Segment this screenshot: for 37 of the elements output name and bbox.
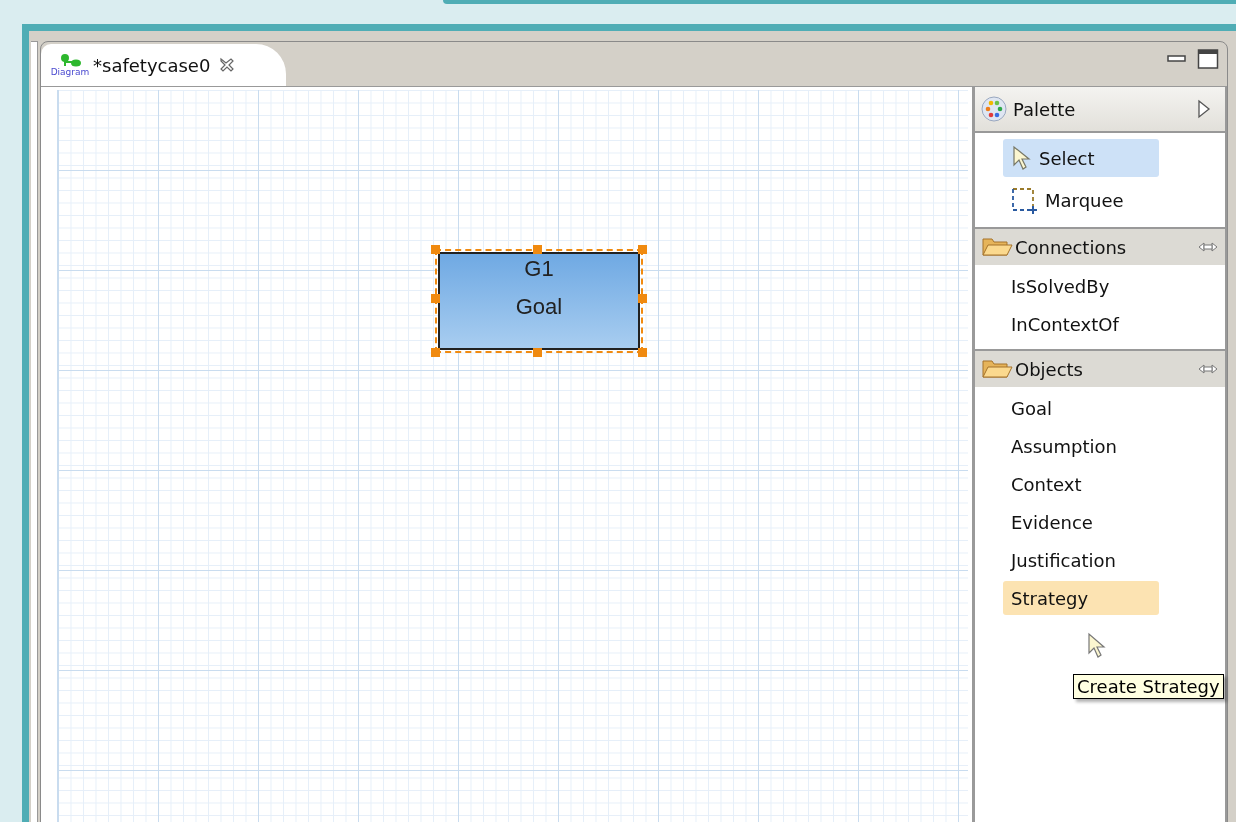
- goal-node[interactable]: G1 Goal: [438, 252, 640, 350]
- maximize-icon[interactable]: [1197, 48, 1219, 70]
- open-folder-icon: [981, 236, 1013, 258]
- resize-handle[interactable]: [431, 348, 440, 357]
- palette-entry[interactable]: Justification: [1003, 543, 1159, 577]
- expand-arrow-icon[interactable]: [1197, 99, 1211, 119]
- palette-entry[interactable]: InContextOf: [1003, 307, 1159, 341]
- palette-tool[interactable]: Select: [1003, 139, 1159, 177]
- palette-entry[interactable]: Assumption: [1003, 429, 1159, 463]
- pin-icon[interactable]: [1197, 240, 1219, 254]
- marquee-icon: [1011, 186, 1039, 214]
- icon-caption: Diagram: [50, 67, 90, 77]
- open-folder-icon: [981, 358, 1013, 380]
- pointer-icon: [1011, 145, 1033, 171]
- diagram-canvas[interactable]: G1 Goal: [57, 90, 968, 822]
- palette-icon: [981, 96, 1007, 122]
- editor-tab[interactable]: Diagram *safetycase0: [41, 44, 287, 86]
- resize-handle[interactable]: [431, 294, 440, 303]
- palette-entry[interactable]: Strategy: [1003, 581, 1159, 615]
- resize-handle[interactable]: [533, 348, 542, 357]
- palette-entry[interactable]: Evidence: [1003, 505, 1159, 539]
- palette-entry[interactable]: Goal: [1003, 391, 1159, 425]
- resize-handle[interactable]: [431, 245, 440, 254]
- pin-icon[interactable]: [1197, 362, 1219, 376]
- palette-entry[interactable]: IsSolvedBy: [1003, 269, 1159, 303]
- palette-entry[interactable]: Context: [1003, 467, 1159, 501]
- mouse-cursor-icon: [1087, 632, 1109, 660]
- resize-handle[interactable]: [638, 348, 647, 357]
- resize-handle[interactable]: [533, 245, 542, 254]
- resize-handle[interactable]: [638, 245, 647, 254]
- resize-handle[interactable]: [638, 294, 647, 303]
- palette-tool[interactable]: Marquee: [1003, 181, 1159, 219]
- palette-header[interactable]: Palette: [975, 87, 1225, 133]
- palette-drawer[interactable]: Connections: [975, 227, 1225, 265]
- minimize-icon[interactable]: [1167, 53, 1187, 65]
- palette-drawer[interactable]: Objects: [975, 349, 1225, 387]
- tooltip: Create Strategy: [1073, 674, 1224, 699]
